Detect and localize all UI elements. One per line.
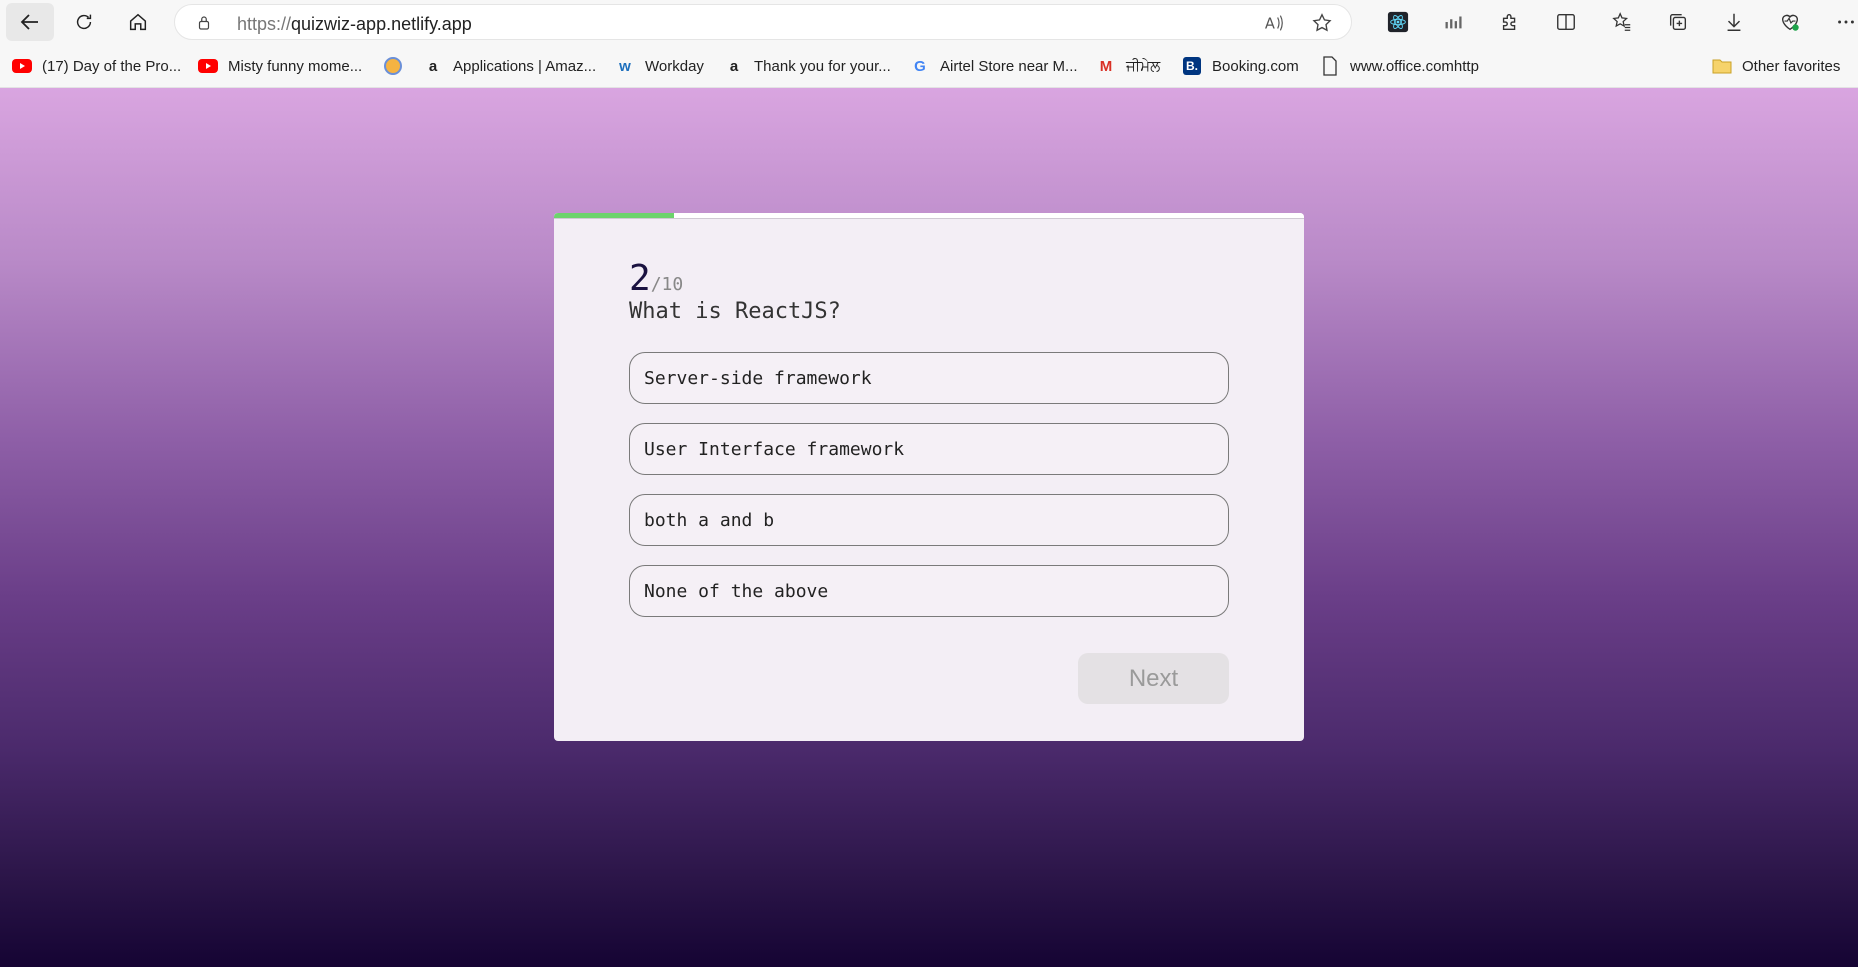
current-question-number: 2 — [629, 258, 651, 299]
bookmark-label: Applications | Amaz... — [453, 57, 597, 75]
reload-icon — [76, 14, 92, 30]
reload-button[interactable] — [62, 4, 106, 40]
bookmarks-bar: (17) Day of the Pro... Misty funny mome.… — [0, 44, 1858, 88]
bookmark-label: (17) Day of the Pro... — [42, 57, 182, 75]
amazon-icon: a — [428, 57, 438, 75]
url-protocol: https:// — [237, 14, 292, 34]
answer-option[interactable]: Server-side framework — [629, 352, 1229, 404]
bookmark-label: ਜੀਮੇਲ — [1126, 57, 1161, 75]
answer-option[interactable]: None of the above — [629, 565, 1229, 617]
address-bar[interactable]: https://quizwiz-app.netlify.app A — [174, 4, 1352, 40]
question-text: What is ReactJS? — [629, 299, 841, 324]
next-button[interactable]: Next — [1078, 653, 1229, 704]
circle-icon — [383, 56, 403, 76]
back-button[interactable] — [6, 3, 54, 41]
url-text[interactable]: https://quizwiz-app.netlify.app — [237, 14, 472, 35]
bookmark-item[interactable]: G Airtel Store near M... — [910, 56, 1078, 76]
bookmark-label: Booking.com — [1212, 57, 1299, 75]
react-devtools-button[interactable] — [1370, 4, 1426, 40]
bookmark-label: www.office.comhttp — [1350, 57, 1479, 75]
more-options-button[interactable] — [1818, 4, 1858, 40]
workday-icon: w — [619, 57, 631, 75]
favorite-star-icon[interactable] — [1311, 12, 1333, 34]
amazon-icon: a — [729, 57, 739, 75]
youtube-icon — [12, 56, 32, 76]
bookmark-item[interactable] — [383, 56, 413, 76]
extensions-button[interactable] — [1482, 4, 1538, 40]
more-icon — [1838, 20, 1854, 24]
bookmark-item[interactable]: (17) Day of the Pro... — [12, 56, 181, 76]
bookmark-label: Thank you for your... — [754, 57, 891, 75]
answer-option[interactable]: both a and b — [629, 494, 1229, 546]
bookmark-item[interactable]: M ਜੀਮੇਲ — [1096, 56, 1161, 76]
collections-icon — [1669, 13, 1687, 31]
page-background: 2/10 What is ReactJS? Server-side framew… — [0, 88, 1858, 967]
arrow-left-icon — [20, 14, 38, 30]
downloads-button[interactable] — [1706, 4, 1762, 40]
other-favorites[interactable]: Other favorites — [1712, 56, 1840, 76]
answer-options: Server-side framework User Interface fra… — [629, 352, 1229, 636]
lock-icon[interactable] — [195, 14, 213, 32]
download-icon — [1727, 13, 1741, 31]
answer-option[interactable]: User Interface framework — [629, 423, 1229, 475]
analytics-extension-button[interactable] — [1426, 4, 1482, 40]
collections-button[interactable] — [1650, 4, 1706, 40]
favorites-button[interactable] — [1594, 4, 1650, 40]
svg-text:A: A — [1265, 16, 1275, 33]
toolbar-extensions — [1370, 4, 1858, 40]
youtube-icon — [198, 56, 218, 76]
question-counter: 2/10 — [629, 258, 683, 299]
home-button[interactable] — [116, 4, 160, 40]
bookmark-item[interactable]: w Workday — [615, 56, 704, 76]
booking-icon: B. — [1182, 56, 1202, 76]
quiz-card: 2/10 What is ReactJS? Server-side framew… — [554, 213, 1304, 741]
favorites-list-icon — [1612, 12, 1631, 31]
gmail-icon: M — [1099, 57, 1113, 75]
bar-chart-icon — [1445, 16, 1462, 29]
bookmark-item[interactable]: a Thank you for your... — [724, 56, 891, 76]
heart-pulse-icon — [1781, 14, 1799, 31]
split-screen-icon — [1557, 13, 1575, 31]
total-questions: /10 — [650, 274, 684, 295]
bookmark-label: Workday — [645, 57, 704, 75]
page-icon — [1320, 56, 1340, 76]
bookmark-item[interactable]: www.office.comhttp — [1320, 56, 1479, 76]
url-host: quizwiz-app.netlify.app — [291, 14, 472, 34]
bookmark-item[interactable]: a Applications | Amaz... — [423, 56, 596, 76]
folder-icon — [1712, 56, 1732, 76]
google-icon: G — [914, 57, 926, 75]
split-screen-button[interactable] — [1538, 4, 1594, 40]
bookmark-label: Airtel Store near M... — [940, 57, 1078, 75]
bookmark-item[interactable]: Misty funny mome... — [198, 56, 362, 76]
puzzle-icon — [1502, 14, 1516, 31]
home-icon — [129, 13, 147, 31]
read-aloud-icon[interactable]: A — [1263, 12, 1285, 34]
browser-essentials-button[interactable] — [1762, 4, 1818, 40]
browser-toolbar: https://quizwiz-app.netlify.app A — [0, 0, 1858, 44]
progress-fill — [554, 213, 674, 218]
progress-bar — [554, 213, 1304, 219]
react-icon — [1387, 11, 1409, 33]
other-favorites-label: Other favorites — [1742, 57, 1841, 75]
bookmark-item[interactable]: B. Booking.com — [1182, 56, 1299, 76]
bookmark-label: Misty funny mome... — [228, 57, 363, 75]
